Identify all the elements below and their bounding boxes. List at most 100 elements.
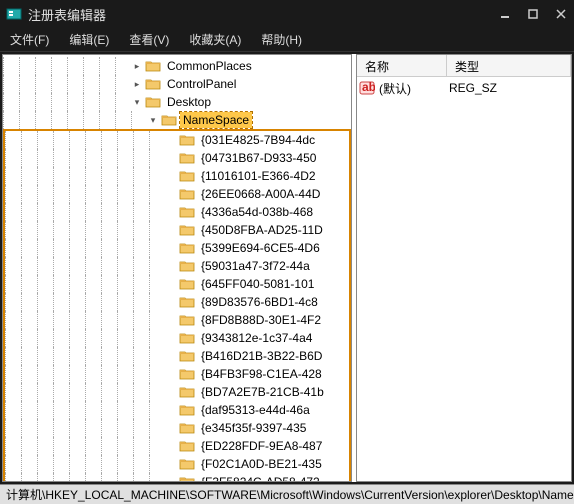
expander-spacer [165,440,177,452]
tree-label: {89D83576-6BD1-4c8 [198,294,321,310]
values-header: 名称 类型 [357,55,571,77]
status-path: 计算机\HKEY_LOCAL_MACHINE\SOFTWARE\Microsof… [6,486,574,503]
tree-node-ControlPanel[interactable]: ▸ ControlPanel [3,75,351,93]
tree-node-guid[interactable]: {B416D21B-3B22-B6D [5,347,349,365]
tree-label: ControlPanel [164,76,239,92]
expander-spacer [165,422,177,434]
expander-spacer [165,368,177,380]
expander-spacer [165,206,177,218]
value-type: REG_SZ [449,81,497,95]
expander-spacer [165,188,177,200]
tree-node-guid[interactable]: {645FF040-5081-101 [5,275,349,293]
tree-label: {e345f35f-9397-435 [198,420,309,436]
tree-node-guid[interactable]: {11016101-E366-4D2 [5,167,349,185]
folder-icon [145,95,161,109]
tree-node-guid[interactable]: {04731B67-D933-450 [5,149,349,167]
close-button[interactable] [554,7,568,21]
tree-label: {F3F5824C-AD58-472 [198,474,323,481]
tree-label: {BD7A2E7B-21CB-41b [198,384,327,400]
folder-icon [145,77,161,91]
svg-text:ab: ab [362,81,375,94]
tree-label: {F02C1A0D-BE21-435 [198,456,325,472]
folder-icon [179,151,195,165]
tree-node-guid[interactable]: {5399E694-6CE5-4D6 [5,239,349,257]
tree-node-namespace[interactable]: ▾ NameSpace [3,111,351,129]
value-name: (默认) [379,80,449,97]
column-type[interactable]: 类型 [447,55,571,76]
expander-spacer [165,332,177,344]
tree-label: {11016101-E366-4D2 [198,168,319,184]
value-row-default[interactable]: ab (默认) REG_SZ [359,79,569,97]
highlighted-children: {031E4825-7B94-4dc {04731B67-D933-450 {110… [3,129,351,481]
folder-icon [179,205,195,219]
expander-spacer [165,260,177,272]
column-name[interactable]: 名称 [357,55,447,76]
expander-spacer [165,314,177,326]
tree-node-guid[interactable]: {4336a54d-038b-468 [5,203,349,221]
tree-node-guid[interactable]: {daf95313-e44d-46a [5,401,349,419]
tree-label: {4336a54d-038b-468 [198,204,316,220]
tree-node-guid[interactable]: {59031a47-3f72-44a [5,257,349,275]
expander-icon[interactable]: ▾ [131,96,143,108]
minimize-button[interactable] [498,7,512,21]
expander-spacer [165,404,177,416]
expander-spacer [165,296,177,308]
tree-label: {9343812e-1c37-4a4 [198,330,315,346]
folder-icon [179,187,195,201]
tree-node-guid[interactable]: {450D8FBA-AD25-11D [5,221,349,239]
tree-label: {B4FB3F98-C1EA-428 [198,366,325,382]
tree-node-CommonPlaces[interactable]: ▸CommonPlaces [3,57,351,75]
expander-spacer [165,170,177,182]
tree-label: {450D8FBA-AD25-11D [198,222,326,238]
menu-file[interactable]: 文件(F) [6,29,53,50]
menu-help[interactable]: 帮助(H) [257,29,306,50]
expander-icon[interactable]: ▸ [131,78,143,90]
tree-node-guid[interactable]: {F02C1A0D-BE21-435 [5,455,349,473]
folder-icon [179,421,195,435]
expander-spacer [165,134,177,146]
folder-icon [179,277,195,291]
expander-icon[interactable]: ▾ [147,114,159,126]
content-area: ▸CommonPlaces▸ControlPanel▾Desktop▾NameS… [2,54,572,482]
registry-editor-window: 注册表编辑器 文件(F) 编辑(E) 查看(V) 收藏夹(A) 帮助(H) ▸C… [0,0,574,504]
folder-icon [179,295,195,309]
tree-node-guid[interactable]: {9343812e-1c37-4a4 [5,329,349,347]
folder-icon [179,169,195,183]
tree-node-guid[interactable]: {e345f35f-9397-435 [5,419,349,437]
menu-edit[interactable]: 编辑(E) [65,29,113,50]
tree-node-guid[interactable]: {26EE0668-A00A-44D [5,185,349,203]
statusbar: 计算机\HKEY_LOCAL_MACHINE\SOFTWARE\Microsof… [0,484,574,504]
folder-icon [179,457,195,471]
tree-panel[interactable]: ▸CommonPlaces▸ControlPanel▾Desktop▾NameS… [2,54,352,482]
menubar: 文件(F) 编辑(E) 查看(V) 收藏夹(A) 帮助(H) [0,28,574,52]
tree-label: {04731B67-D933-450 [198,150,319,166]
window-controls [498,7,568,21]
menu-favorites[interactable]: 收藏夹(A) [185,29,245,50]
maximize-button[interactable] [526,7,540,21]
tree-label: {daf95313-e44d-46a [198,402,313,418]
expander-spacer [165,242,177,254]
tree-label-selected: NameSpace [180,112,252,128]
tree-label: {5399E694-6CE5-4D6 [198,240,323,256]
expander-spacer [165,224,177,236]
tree-label: Desktop [164,94,214,110]
expander-icon[interactable]: ▸ [131,60,143,72]
tree-node-guid[interactable]: {BD7A2E7B-21CB-41b [5,383,349,401]
tree-node-guid[interactable]: {89D83576-6BD1-4c8 [5,293,349,311]
tree-node-Desktop[interactable]: ▾ Desktop [3,93,351,111]
tree-node-guid[interactable]: {F3F5824C-AD58-472 [5,473,349,481]
folder-icon [145,59,161,73]
titlebar: 注册表编辑器 [0,0,574,28]
values-panel[interactable]: 名称 类型 ab (默认) REG_SZ [356,54,572,482]
tree-label: {031E4825-7B94-4dc [198,132,318,148]
folder-icon [179,241,195,255]
tree-node-guid[interactable]: {B4FB3F98-C1EA-428 [5,365,349,383]
menu-view[interactable]: 查看(V) [125,29,173,50]
expander-spacer [165,476,177,481]
tree-node-guid[interactable]: {8FD8B88D-30E1-4F2 [5,311,349,329]
expander-spacer [165,458,177,470]
folder-icon [179,331,195,345]
tree-node-guid[interactable]: {031E4825-7B94-4dc [5,131,349,149]
tree-node-guid[interactable]: {ED228FDF-9EA8-487 [5,437,349,455]
tree-label: {645FF040-5081-101 [198,276,317,292]
